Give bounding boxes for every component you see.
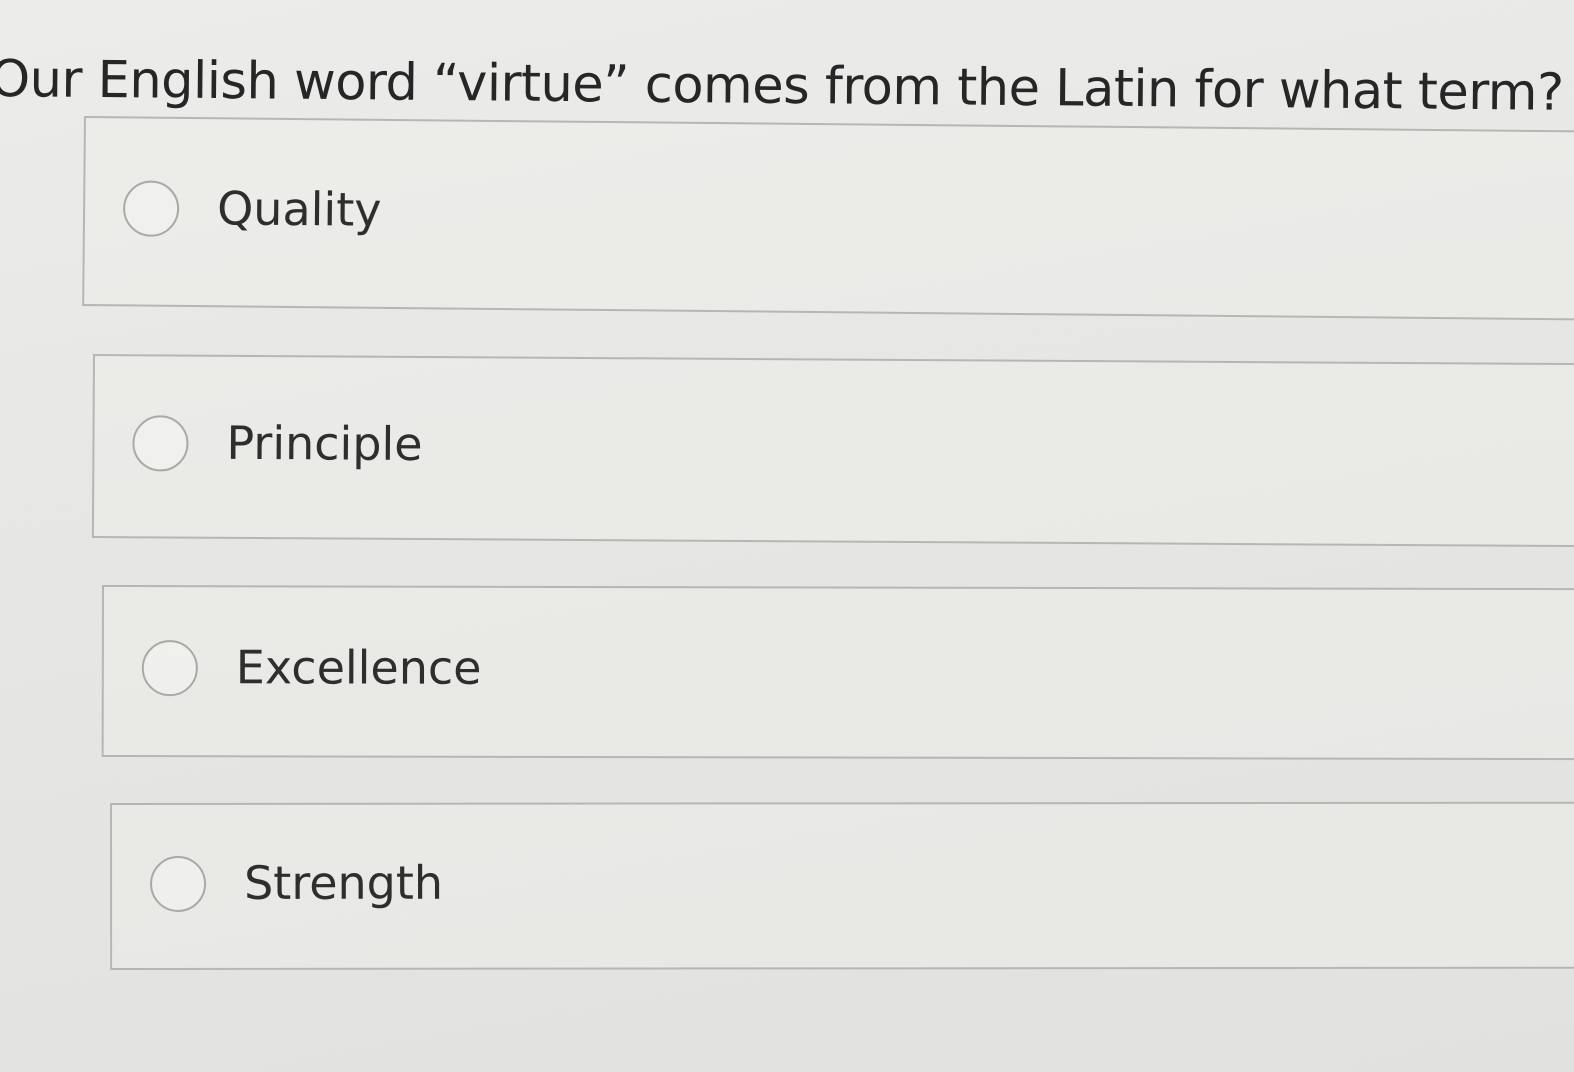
option-label-quality: Quality <box>216 181 382 237</box>
option-label-excellence: Excellence <box>235 640 482 695</box>
radio-button-quality[interactable] <box>122 180 180 237</box>
answer-options: Quality Principle Excellence Strength <box>0 0 1574 1072</box>
option-label-strength: Strength <box>244 855 444 910</box>
radio-button-excellence[interactable] <box>141 640 198 697</box>
radio-button-principle[interactable] <box>132 415 189 472</box>
option-principle[interactable]: Principle <box>91 354 1574 548</box>
option-excellence[interactable]: Excellence <box>101 585 1574 761</box>
option-strength[interactable]: Strength <box>110 801 1574 970</box>
option-quality[interactable]: Quality <box>82 116 1574 321</box>
option-label-principle: Principle <box>226 415 423 472</box>
radio-button-strength[interactable] <box>150 855 207 912</box>
